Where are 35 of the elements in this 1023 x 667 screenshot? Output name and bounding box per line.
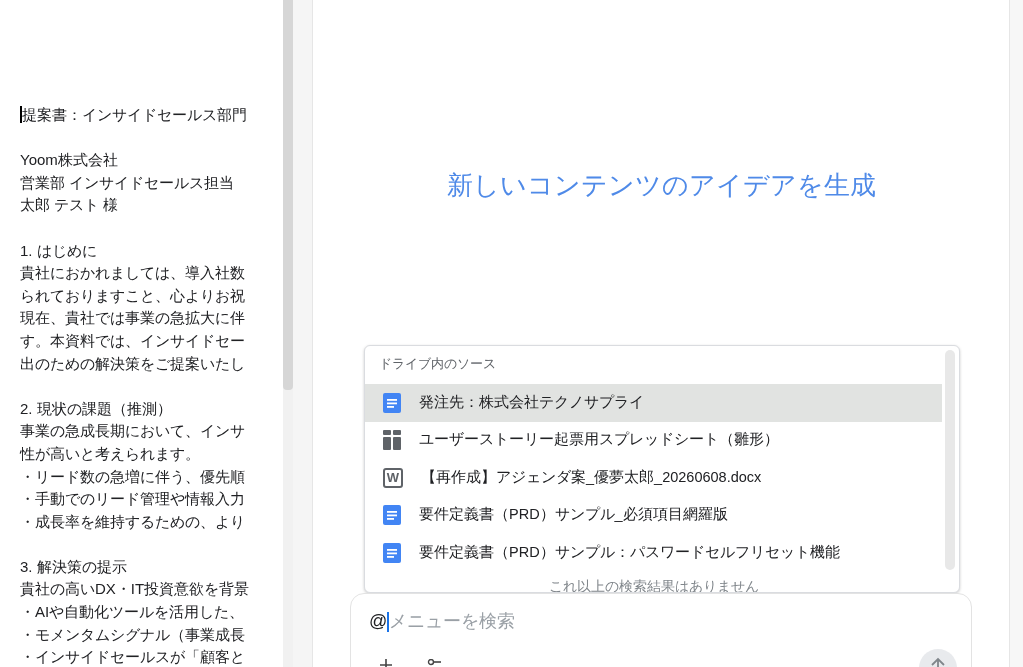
document-text-line: 提案書：インサイドセールス部門 [20,105,247,125]
menu-header: ドライブ内のソース [378,355,497,373]
document-text-line: ・インサイドセールスが「顧客と [20,647,245,667]
menu-item[interactable]: W 【再作成】アジェンダ案_優夢太郎_20260608.docx [365,459,942,497]
document-text-line: 1. はじめに [20,240,97,261]
document-text-line: 太郎 テスト 様 [20,195,119,216]
grid-icon [383,430,401,451]
document-text-line: 性が高いと考えられます。 [20,443,200,464]
panel-title: 新しいコンテンツのアイデアを生成 [445,169,877,202]
document-icon [383,392,401,413]
document-text-line: 現在、貴社では事業の急拡大に伴 [20,308,245,329]
document-icon [383,542,401,563]
document-text-line: 貴社の高いDX・IT投資意欲を背景 [20,579,250,600]
document-text-line: ・AIや自動化ツールを活用した、 [20,602,245,623]
menu-item[interactable]: ユーザーストーリー起票用スプレッドシート（雛形） [365,421,942,459]
scrollbar-thumb[interactable] [283,0,293,390]
document-text-line: 貴社におかれましては、導入社数 [20,263,245,284]
document-text-line: す。本資料では、インサイドセー [20,330,245,351]
document-text-line: ・成長率を維持するための、より [20,511,245,532]
document-text-line: 営業部 インサイドセールス担当 [20,172,235,193]
word-icon: W [383,467,403,488]
document-text-line: 出のための解決策をご提案いたし [20,353,245,374]
document-text-line: Yoom株式会社 [20,150,118,171]
document-text-line: ・リード数の急増に伴う、優先順 [20,466,245,487]
search-field[interactable]: @メニューを検索 [369,608,515,635]
menu-item[interactable]: 要件定義書（PRD）サンプル_必須項目網羅版 [365,496,942,534]
document-text-line: ・手動でのリード管理や情報入力 [20,489,245,510]
document-text-line: られておりますこと、心よりお祝 [20,285,245,306]
menu-item[interactable]: 要件定義書（PRD）サンプル：パスワードセルフリセット機能 [365,534,942,572]
document-text-line: 3. 解決策の提示 [20,556,127,577]
document-text-line: 事業の急成長期において、インサ [20,421,245,442]
document-text-line: ・モメンタムシグナル（事業成長 [20,624,245,645]
document-text-line: 2. 現状の課題（推測） [20,398,172,419]
document-icon [383,505,401,526]
menu-item[interactable]: 発注先：株式会社テクノサプライ [365,384,942,422]
